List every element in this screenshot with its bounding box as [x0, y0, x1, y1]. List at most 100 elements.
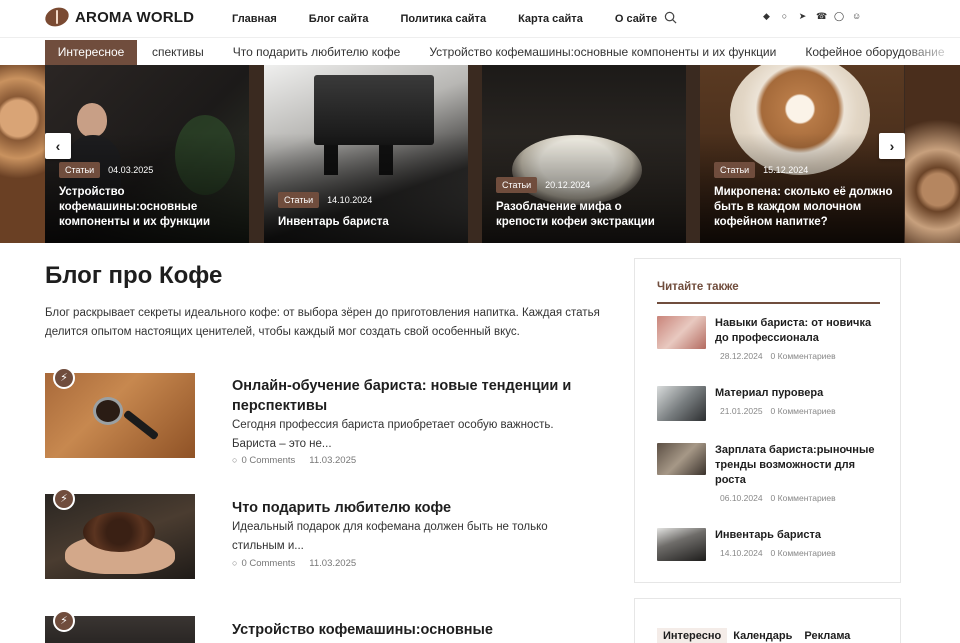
ticker-item[interactable]: Устройство кофемашины:основные компонент…	[429, 40, 776, 65]
post-meta: 0 Comments 11.03.2025	[232, 455, 356, 466]
related-post: Материал пуровера 21.01.2025 0 Комментар…	[657, 386, 882, 426]
post-date: 11.03.2025	[309, 455, 357, 466]
tabs-widget: Интересно Календарь Реклама	[634, 598, 901, 643]
slide-meta: Статьи 15.12.2024	[714, 162, 808, 178]
nav-home[interactable]: Главная	[232, 13, 277, 25]
logo-text: AROMA WORLD	[75, 8, 195, 26]
social-links: ◆ ○ ➤ ☎ ◯ ☺	[762, 12, 861, 21]
related-post: Зарплата бариста:рыночные тренды возможн…	[657, 443, 882, 503]
vk-icon[interactable]: ◆	[762, 12, 771, 21]
related-date: 28.12.2024	[720, 351, 763, 361]
slide-image	[77, 103, 107, 137]
post-item: ⚡ Онлайн-обучение бариста: новые тенденц…	[45, 367, 605, 466]
slider-next-button[interactable]: ›	[879, 133, 905, 159]
post-excerpt: Сегодня профессия бариста приобретает ос…	[232, 419, 554, 450]
category-badge[interactable]: Статьи	[496, 177, 538, 193]
site-header: AROMA WORLD Главная Блог сайта Политика …	[0, 0, 960, 38]
tab-ads[interactable]: Реклама	[798, 628, 856, 643]
page-description: Блог раскрывает секреты идеального кофе:…	[45, 307, 600, 338]
site-logo[interactable]: AROMA WORLD	[42, 4, 195, 30]
post-item: ⚡ Что подарить любителю кофе Идеальный п…	[45, 488, 605, 584]
telegram-icon[interactable]: ➤	[798, 12, 807, 21]
category-badge[interactable]: Статьи	[59, 162, 101, 178]
community-icon[interactable]: ☺	[852, 12, 861, 21]
related-thumbnail[interactable]	[657, 316, 706, 349]
related-title[interactable]: Инвентарь бариста	[715, 528, 885, 543]
related-date: 14.10.2024	[720, 548, 763, 558]
search-icon[interactable]	[664, 11, 677, 24]
related-title[interactable]: Навыки бариста: от новичка до профессион…	[715, 316, 885, 346]
slide-date: 15.12.2024	[763, 165, 809, 175]
related-thumbnail[interactable]	[657, 528, 706, 561]
ok-icon[interactable]: ○	[780, 12, 789, 21]
slide-card[interactable]: Статьи 20.12.2024 Разоблачение мифа о кр…	[482, 65, 686, 243]
related-comments[interactable]: 0 Комментариев	[771, 493, 836, 503]
tab-calendar[interactable]: Календарь	[727, 628, 798, 643]
ticker-fade	[900, 40, 960, 65]
tab-interesting[interactable]: Интересно	[657, 628, 728, 643]
slide-date: 20.12.2024	[545, 180, 591, 190]
category-badge[interactable]: Статьи	[714, 162, 756, 178]
related-date: 06.10.2024	[720, 493, 763, 503]
slide-title[interactable]: Разоблачение мифа о крепости кофеи экстр…	[496, 200, 676, 230]
slider-prev-button[interactable]: ‹	[45, 133, 71, 159]
nav-policy[interactable]: Политика сайта	[401, 13, 487, 25]
slide-title[interactable]: Инвентарь бариста	[278, 215, 458, 230]
nav-sitemap[interactable]: Карта сайта	[518, 13, 583, 25]
nav-blog[interactable]: Блог сайта	[309, 13, 369, 25]
post-meta: 0 Comments 11.03.2025	[232, 558, 356, 569]
slide-card[interactable]: Статьи 04.03.2025 Устройство кофемашины:…	[45, 65, 249, 243]
related-thumbnail[interactable]	[657, 443, 706, 475]
post-image	[122, 409, 160, 441]
coffee-bean-icon	[42, 4, 72, 30]
post-image	[83, 512, 155, 552]
ticker-item[interactable]: Что подарить любителю кофе	[233, 40, 401, 65]
ticker-item[interactable]: спективы	[152, 40, 204, 65]
related-post: Навыки бариста: от новичка до профессион…	[657, 316, 882, 361]
widget-divider	[657, 302, 880, 304]
featured-slider: Статьи 04.03.2025 Устройство кофемашины:…	[0, 65, 960, 243]
related-post: Инвентарь бариста 14.10.2024 0 Комментар…	[657, 528, 882, 568]
related-thumbnail[interactable]	[657, 386, 706, 421]
flash-icon: ⚡	[53, 610, 75, 632]
post-comments[interactable]: 0 Comments	[232, 558, 295, 569]
related-meta: 21.01.2025 0 Комментариев	[720, 406, 836, 416]
post-date: 11.03.2025	[309, 558, 357, 569]
related-meta: 14.10.2024 0 Комментариев	[720, 548, 836, 558]
news-ticker: Интересное спективы Что подарить любител…	[0, 40, 960, 65]
viber-icon[interactable]: ☎	[816, 12, 827, 21]
slide-meta: Статьи 14.10.2024	[278, 192, 372, 208]
post-title[interactable]: Онлайн-обучение бариста: новые тенденции…	[232, 376, 592, 416]
slide-meta: Статьи 04.03.2025	[59, 162, 153, 178]
related-title[interactable]: Материал пуровера	[715, 386, 885, 401]
post-title[interactable]: Устройство кофемашины:основные	[232, 620, 592, 640]
post-image	[93, 397, 123, 425]
slide-title[interactable]: Устройство кофемашины:основные компонент…	[59, 185, 239, 230]
ticker-label: Интересное	[45, 40, 137, 65]
slide-title[interactable]: Микропена: сколько её должно быть в кажд…	[714, 185, 894, 230]
flash-icon: ⚡	[53, 367, 75, 389]
page-title: Блог про Кофе	[45, 262, 223, 289]
category-badge[interactable]: Статьи	[278, 192, 320, 208]
slide-card[interactable]: Статьи 15.12.2024 Микропена: сколько её …	[700, 65, 904, 243]
slide-edge-image	[0, 65, 45, 243]
slide-edge-image	[905, 65, 960, 243]
post-comments[interactable]: 0 Comments	[232, 455, 295, 466]
nav-about[interactable]: О сайте	[615, 13, 657, 25]
related-comments[interactable]: 0 Комментариев	[771, 406, 836, 416]
main-nav: Главная Блог сайта Политика сайта Карта …	[232, 0, 689, 38]
slide-date: 04.03.2025	[108, 165, 154, 175]
slide-card[interactable]: Статьи 14.10.2024 Инвентарь бариста	[264, 65, 468, 243]
post-item: ⚡ Устройство кофемашины:основные	[45, 610, 605, 643]
post-excerpt: Идеальный подарок для кофемана должен бы…	[232, 521, 548, 552]
whatsapp-icon[interactable]: ◯	[834, 12, 844, 21]
read-also-widget: Читайте также Навыки бариста: от новичка…	[634, 258, 901, 583]
flash-icon: ⚡	[53, 488, 75, 510]
widget-tabs: Интересно Календарь Реклама	[657, 628, 856, 643]
related-title[interactable]: Зарплата бариста:рыночные тренды возможн…	[715, 443, 885, 488]
related-comments[interactable]: 0 Комментариев	[771, 548, 836, 558]
post-title[interactable]: Что подарить любителю кофе	[232, 498, 592, 518]
related-comments[interactable]: 0 Комментариев	[771, 351, 836, 361]
related-meta: 28.12.2024 0 Комментариев	[720, 351, 836, 361]
slide-meta: Статьи 20.12.2024	[496, 177, 590, 193]
